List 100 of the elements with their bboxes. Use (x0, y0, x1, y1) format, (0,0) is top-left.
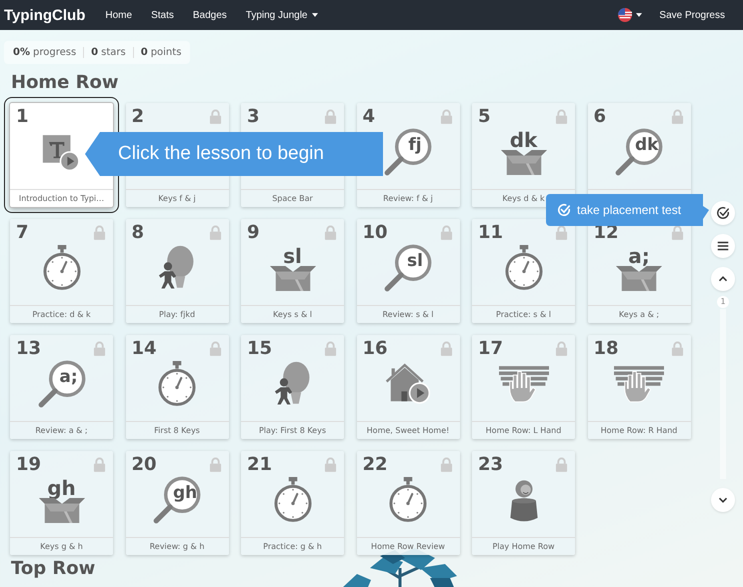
progress-amount: 0 (140, 47, 148, 58)
lesson-number: 20 (132, 454, 157, 475)
key-letters: sl (283, 246, 302, 266)
lock-icon (208, 457, 222, 472)
key-letters: fj (407, 135, 423, 155)
lock-icon (555, 109, 568, 124)
lock-icon (670, 341, 684, 356)
lesson-number: 9 (247, 222, 260, 243)
lesson-title: Play: fjkd (126, 305, 228, 323)
lesson-number: 15 (247, 338, 272, 359)
magnifier-icon (382, 126, 434, 178)
lesson-title: Space Bar (241, 189, 344, 207)
lesson-title: Introduction to Typi… (10, 189, 113, 207)
caret-icon[interactable] (636, 13, 642, 17)
open-box-icon (270, 266, 316, 290)
lesson-number: 6 (594, 106, 606, 127)
lesson-card[interactable]: 11 Practice: s & l (472, 219, 575, 323)
lesson-title: Keys a & ; (588, 305, 690, 323)
lesson-number: 21 (247, 454, 272, 475)
key-letters: dk (635, 135, 657, 155)
lesson-card[interactable]: 21 Practice: g & h (241, 451, 344, 555)
selected-lesson-card[interactable]: 1 Introduction to Typi… (10, 103, 113, 207)
lesson-card[interactable]: 10 sl Review: s & l (356, 219, 460, 323)
save-progress-link[interactable]: Save Progress (659, 10, 725, 20)
progress-unit: points (150, 47, 182, 58)
nav-link[interactable]: Home (105, 10, 132, 20)
lesson-title: Keys g & h (10, 537, 113, 555)
scroll-up-button[interactable] (711, 267, 735, 291)
lesson-title: Review: f & j (356, 189, 460, 207)
lesson-title: Play Home Row (472, 537, 575, 555)
lesson-number: 5 (478, 106, 491, 127)
lesson-card[interactable]: 13 a; Review: a & ; (10, 335, 113, 439)
progress-unit: stars (101, 47, 126, 58)
progress-amount: 0 (91, 47, 98, 58)
placement-test-button[interactable] (711, 201, 735, 225)
lock-icon (93, 341, 106, 356)
nav-link[interactable]: Badges (192, 10, 227, 20)
lock-icon (324, 109, 337, 124)
lock-icon (555, 225, 568, 240)
lesson-card[interactable]: 22 Home Row Review (356, 451, 460, 555)
lesson-number: 2 (132, 106, 144, 127)
lock-icon (93, 457, 106, 472)
lesson-number: 23 (478, 454, 504, 475)
lesson-title: Keys s & l (241, 305, 344, 323)
lesson-number: 14 (132, 338, 157, 359)
lesson-card[interactable]: 15 Play: First 8 Keys (241, 335, 344, 439)
open-box-icon (38, 498, 84, 522)
lesson-number: 13 (16, 338, 42, 359)
lesson-card[interactable]: 19 gh Keys g & h (10, 451, 113, 555)
caret-icon (312, 13, 318, 17)
lesson-card[interactable]: 17 Home Row: L Hand (472, 335, 575, 439)
lesson-card[interactable]: 8 Play: fjkd (126, 219, 228, 323)
lesson-title: Practice: g & h (241, 537, 344, 555)
lesson-title: Review: a & ; (10, 421, 113, 439)
open-box-icon (616, 266, 662, 290)
lesson-hint-tooltip: Click the lesson to begin (85, 132, 383, 176)
lesson-card[interactable]: 9 sl Keys s & l (241, 219, 344, 323)
page-indicator: 1 (717, 296, 729, 308)
nav-link[interactable]: Typing Jungle (246, 10, 318, 20)
lesson-card[interactable]: 7 Practice: d & k (10, 219, 113, 323)
lock-icon (440, 225, 452, 240)
lesson-card[interactable]: 18 Home Row: R Hand (588, 335, 690, 439)
magnifier-icon (36, 358, 88, 410)
lesson-title: First 8 Keys (126, 421, 228, 439)
check-circle-icon (557, 203, 571, 217)
magnifier-icon (613, 126, 665, 178)
key-letters: sl (406, 251, 424, 271)
menu-button[interactable] (711, 234, 735, 258)
lesson-number: 16 (362, 338, 388, 359)
flag-icon[interactable] (618, 8, 632, 22)
lesson-number: 18 (594, 338, 619, 359)
lock-icon (208, 341, 222, 356)
nav-link[interactable]: Stats (151, 10, 174, 20)
progress-amount: 0% (13, 47, 30, 58)
lesson-card[interactable]: 16 Home, Sweet Home! (356, 335, 460, 439)
section-heading: Home Row (11, 72, 120, 94)
lock-icon (324, 457, 337, 472)
logo[interactable]: TypingClub (4, 6, 86, 24)
lesson-card[interactable]: 14 First 8 Keys (126, 335, 228, 439)
lesson-title: Home Row: R Hand (588, 421, 690, 439)
lock-icon (555, 341, 568, 356)
lesson-card[interactable]: 5 dk Keys d & k (472, 103, 575, 207)
lesson-card[interactable]: 20 gh Review: g & h (126, 451, 228, 555)
scroll-down-button[interactable] (711, 488, 735, 512)
lock-icon (208, 225, 222, 240)
key-letters: dk (510, 130, 538, 150)
lesson-number: 19 (16, 454, 42, 475)
lesson-card[interactable]: 23 Play Home Row (472, 451, 575, 555)
section-heading: Top Row (11, 558, 96, 580)
key-letters: gh (173, 483, 195, 503)
lock-icon (440, 109, 452, 124)
lock-icon (555, 457, 568, 472)
lesson-title: Practice: d & k (10, 305, 113, 323)
check-circle-icon (716, 206, 730, 220)
lesson-number: 3 (247, 106, 260, 127)
lesson-number: 7 (16, 222, 29, 243)
magnifier-icon (151, 474, 203, 526)
lesson-title: Play: First 8 Keys (241, 421, 344, 439)
key-letters: a; (628, 246, 650, 266)
lock-icon (670, 225, 684, 240)
